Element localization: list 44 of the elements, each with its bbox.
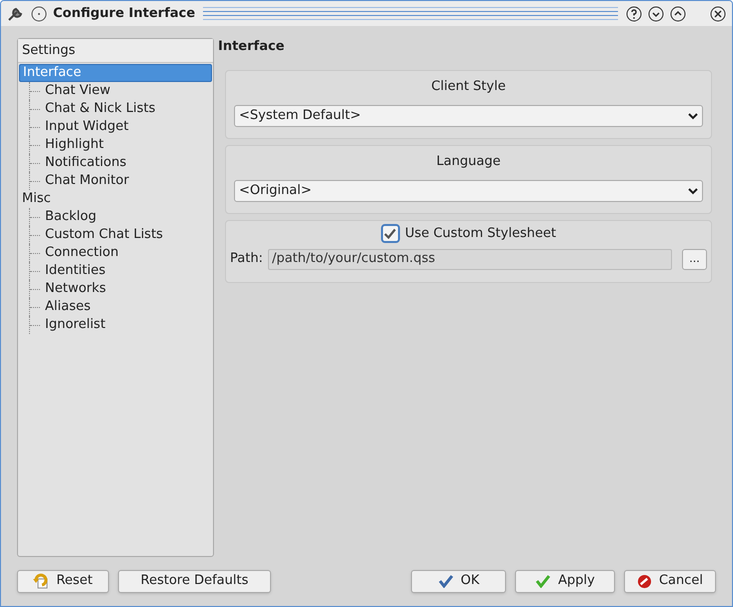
chevron-down-icon: [688, 186, 698, 194]
close-icon[interactable]: [710, 6, 726, 22]
minimize-icon[interactable]: [648, 6, 664, 22]
undo-icon: [33, 573, 50, 589]
path-field[interactable]: /path/to/your/custom.qss: [268, 248, 672, 270]
tree-item[interactable]: Backlog: [43, 207, 98, 227]
page-title: Interface: [218, 38, 286, 56]
path-label: Path:: [230, 250, 263, 268]
group-label: Client Style: [431, 78, 506, 96]
tree-item[interactable]: Input Widget: [43, 117, 131, 137]
client-style-dropdown[interactable]: <System Default>: [234, 104, 703, 126]
checkmark-icon: [535, 574, 552, 588]
tree-item[interactable]: Custom Chat Lists: [43, 225, 165, 245]
tree-item[interactable]: Connection: [43, 243, 121, 263]
checkmark-icon: [438, 574, 454, 588]
window-menu-icon[interactable]: [31, 6, 47, 22]
tree-item[interactable]: Chat View: [43, 81, 112, 101]
checkbox-label: Use Custom Stylesheet: [404, 225, 556, 243]
window-title: Configure Interface: [53, 4, 196, 23]
tree-item[interactable]: Identities: [43, 261, 108, 281]
dialog-button[interactable]: Apply: [515, 570, 615, 592]
tree-item[interactable]: Networks: [43, 279, 108, 299]
dialog-button[interactable]: Cancel: [624, 570, 716, 592]
dialog-button[interactable]: Reset: [17, 570, 109, 592]
group-label: Language: [436, 153, 501, 171]
tree-item[interactable]: Highlight: [43, 135, 106, 155]
cancel-icon: [636, 574, 652, 588]
tree-item[interactable]: Notifications: [43, 153, 128, 173]
maximize-icon[interactable]: [670, 6, 686, 22]
dialog-button[interactable]: Restore Defaults: [118, 570, 271, 592]
dialog-button[interactable]: OK: [411, 570, 506, 592]
tree-item[interactable]: Aliases: [43, 297, 93, 317]
help-icon[interactable]: [626, 6, 642, 22]
tree-item[interactable]: Chat Monitor: [43, 171, 131, 191]
tree-item[interactable]: Ignorelist: [43, 315, 108, 335]
tree-item[interactable]: Misc: [19, 190, 212, 208]
language-dropdown[interactable]: <Original>: [234, 180, 703, 202]
browse-button[interactable]: ...: [682, 248, 707, 270]
checkbox[interactable]: [380, 224, 400, 244]
checkmark-icon: [384, 228, 396, 240]
wrench-icon: [7, 6, 25, 22]
chevron-down-icon: [688, 112, 698, 120]
tree-header: Settings: [18, 39, 213, 63]
tree-item[interactable]: Chat & Nick Lists: [43, 99, 158, 119]
